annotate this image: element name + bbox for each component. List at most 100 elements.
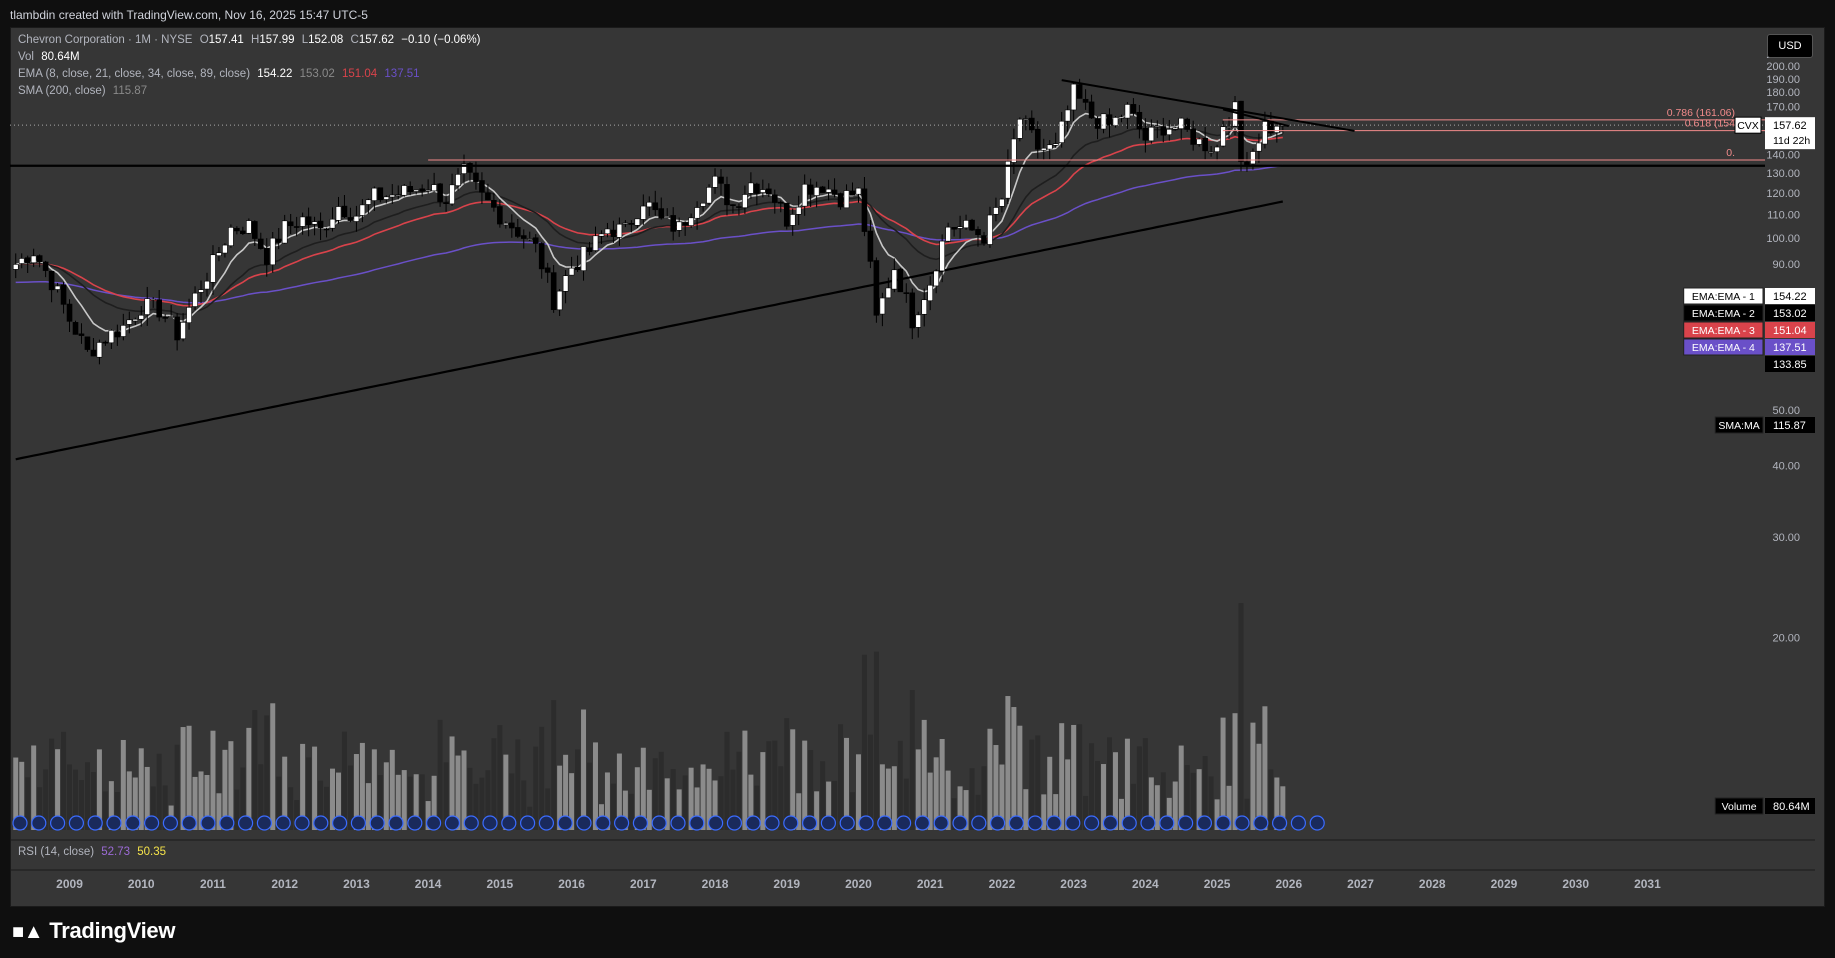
candle-body[interactable] (455, 174, 461, 186)
candle-body[interactable] (335, 206, 342, 221)
candle-body[interactable] (287, 221, 294, 227)
candle-body[interactable] (604, 228, 611, 235)
candle-body[interactable] (246, 220, 252, 234)
candle-body[interactable] (84, 336, 91, 350)
dividend-marker-icon[interactable] (989, 815, 1006, 831)
candle-body[interactable] (724, 184, 730, 206)
candle-body[interactable] (520, 235, 527, 239)
candle-body[interactable] (257, 238, 264, 249)
currency-button[interactable]: USD (1767, 34, 1813, 58)
candle-body[interactable] (640, 205, 647, 220)
candle-body[interactable] (610, 229, 617, 237)
dividend-marker-icon[interactable] (350, 815, 366, 831)
candle-body[interactable] (192, 292, 198, 307)
candle-body[interactable] (1052, 143, 1059, 146)
candle-body[interactable] (538, 243, 545, 270)
price-chart[interactable]: 10.0020.0030.0040.0050.0060.0070.0080.00… (0, 0, 1835, 958)
candle-body[interactable] (497, 206, 503, 225)
candle-body[interactable] (562, 275, 569, 292)
candle-body[interactable] (939, 240, 945, 272)
candle-body[interactable] (1029, 117, 1035, 131)
dividend-marker-icon[interactable] (783, 815, 799, 831)
dividend-marker-icon[interactable] (388, 815, 404, 831)
candle-body[interactable] (981, 235, 987, 244)
candle-body[interactable] (162, 317, 168, 319)
candle-body[interactable] (60, 284, 67, 305)
candle-body[interactable] (855, 187, 862, 195)
candle-body[interactable] (1094, 118, 1101, 129)
candle-body[interactable] (1130, 104, 1137, 114)
dividend-marker-icon[interactable] (1271, 815, 1288, 831)
dividend-marker-icon[interactable] (1234, 815, 1250, 831)
dividend-marker-icon[interactable] (444, 815, 460, 831)
candle-body[interactable] (168, 316, 174, 318)
candle-body[interactable] (443, 202, 449, 205)
dividend-marker-icon[interactable] (877, 815, 893, 831)
dividend-marker-icon[interactable] (651, 815, 667, 831)
dividend-marker-icon[interactable] (49, 815, 66, 831)
candle-body[interactable] (503, 222, 509, 226)
candle-body[interactable] (263, 248, 270, 265)
dividend-marker-icon[interactable] (764, 815, 780, 831)
dividend-marker-icon[interactable] (238, 815, 254, 831)
candle-body[interactable] (544, 267, 551, 273)
candle-body[interactable] (401, 185, 408, 196)
candle-body[interactable] (96, 342, 103, 358)
dividend-marker-icon[interactable] (1215, 815, 1231, 831)
candle-body[interactable] (437, 183, 443, 202)
dividend-marker-icon[interactable] (501, 815, 517, 831)
dividend-marker-icon[interactable] (482, 815, 498, 831)
candle-body[interactable] (777, 201, 784, 204)
candle-body[interactable] (915, 314, 922, 328)
candle-body[interactable] (491, 199, 497, 208)
dividend-marker-icon[interactable] (1177, 815, 1194, 831)
candle-body[interactable] (712, 175, 718, 188)
candle-body[interactable] (736, 206, 742, 208)
candle-body[interactable] (1214, 146, 1220, 153)
candle-body[interactable] (383, 196, 390, 200)
candle-body[interactable] (174, 316, 180, 341)
candle-body[interactable] (305, 216, 312, 226)
candle-body[interactable] (371, 187, 378, 201)
candle-body[interactable] (1124, 104, 1131, 119)
candle-body[interactable] (718, 176, 724, 184)
candle-body[interactable] (120, 325, 127, 337)
candle-body[interactable] (1064, 109, 1071, 122)
dividend-marker-icon[interactable] (1140, 815, 1156, 831)
candle-body[interactable] (807, 184, 814, 195)
candle-body[interactable] (18, 258, 25, 264)
candle-body[interactable] (526, 238, 533, 240)
candle-body[interactable] (341, 205, 348, 218)
candle-body[interactable] (532, 237, 539, 244)
candle-body[interactable] (664, 216, 671, 218)
candle-body[interactable] (425, 189, 431, 192)
candle-body[interactable] (1118, 116, 1125, 119)
candle-body[interactable] (293, 226, 300, 228)
candle-body[interactable] (652, 202, 659, 211)
dividend-marker-icon[interactable] (219, 815, 235, 831)
candle-body[interactable] (1178, 117, 1185, 129)
candle-body[interactable] (449, 184, 455, 205)
dividend-marker-icon[interactable] (87, 815, 103, 831)
dividend-marker-icon[interactable] (1027, 815, 1043, 831)
candle-body[interactable] (628, 223, 635, 225)
dividend-marker-icon[interactable] (538, 815, 555, 831)
candle-body[interactable] (12, 264, 19, 270)
candle-body[interactable] (801, 183, 808, 207)
candle-body[interactable] (359, 204, 366, 216)
candle-body[interactable] (658, 208, 665, 219)
dividend-marker-icon[interactable] (820, 815, 837, 831)
candle-body[interactable] (867, 230, 874, 262)
candle-body[interactable] (885, 287, 892, 299)
candle-body[interactable] (317, 220, 324, 229)
candle-body[interactable] (138, 314, 145, 320)
candle-body[interactable] (951, 227, 957, 230)
candle-body[interactable] (198, 289, 204, 293)
candle-body[interactable] (281, 220, 288, 244)
candle-body[interactable] (1160, 126, 1167, 136)
candle-body[interactable] (1166, 128, 1173, 136)
dividend-marker-icon[interactable] (933, 815, 949, 831)
candle-body[interactable] (592, 235, 599, 251)
candle-body[interactable] (1220, 126, 1226, 147)
candle-body[interactable] (1017, 118, 1023, 139)
